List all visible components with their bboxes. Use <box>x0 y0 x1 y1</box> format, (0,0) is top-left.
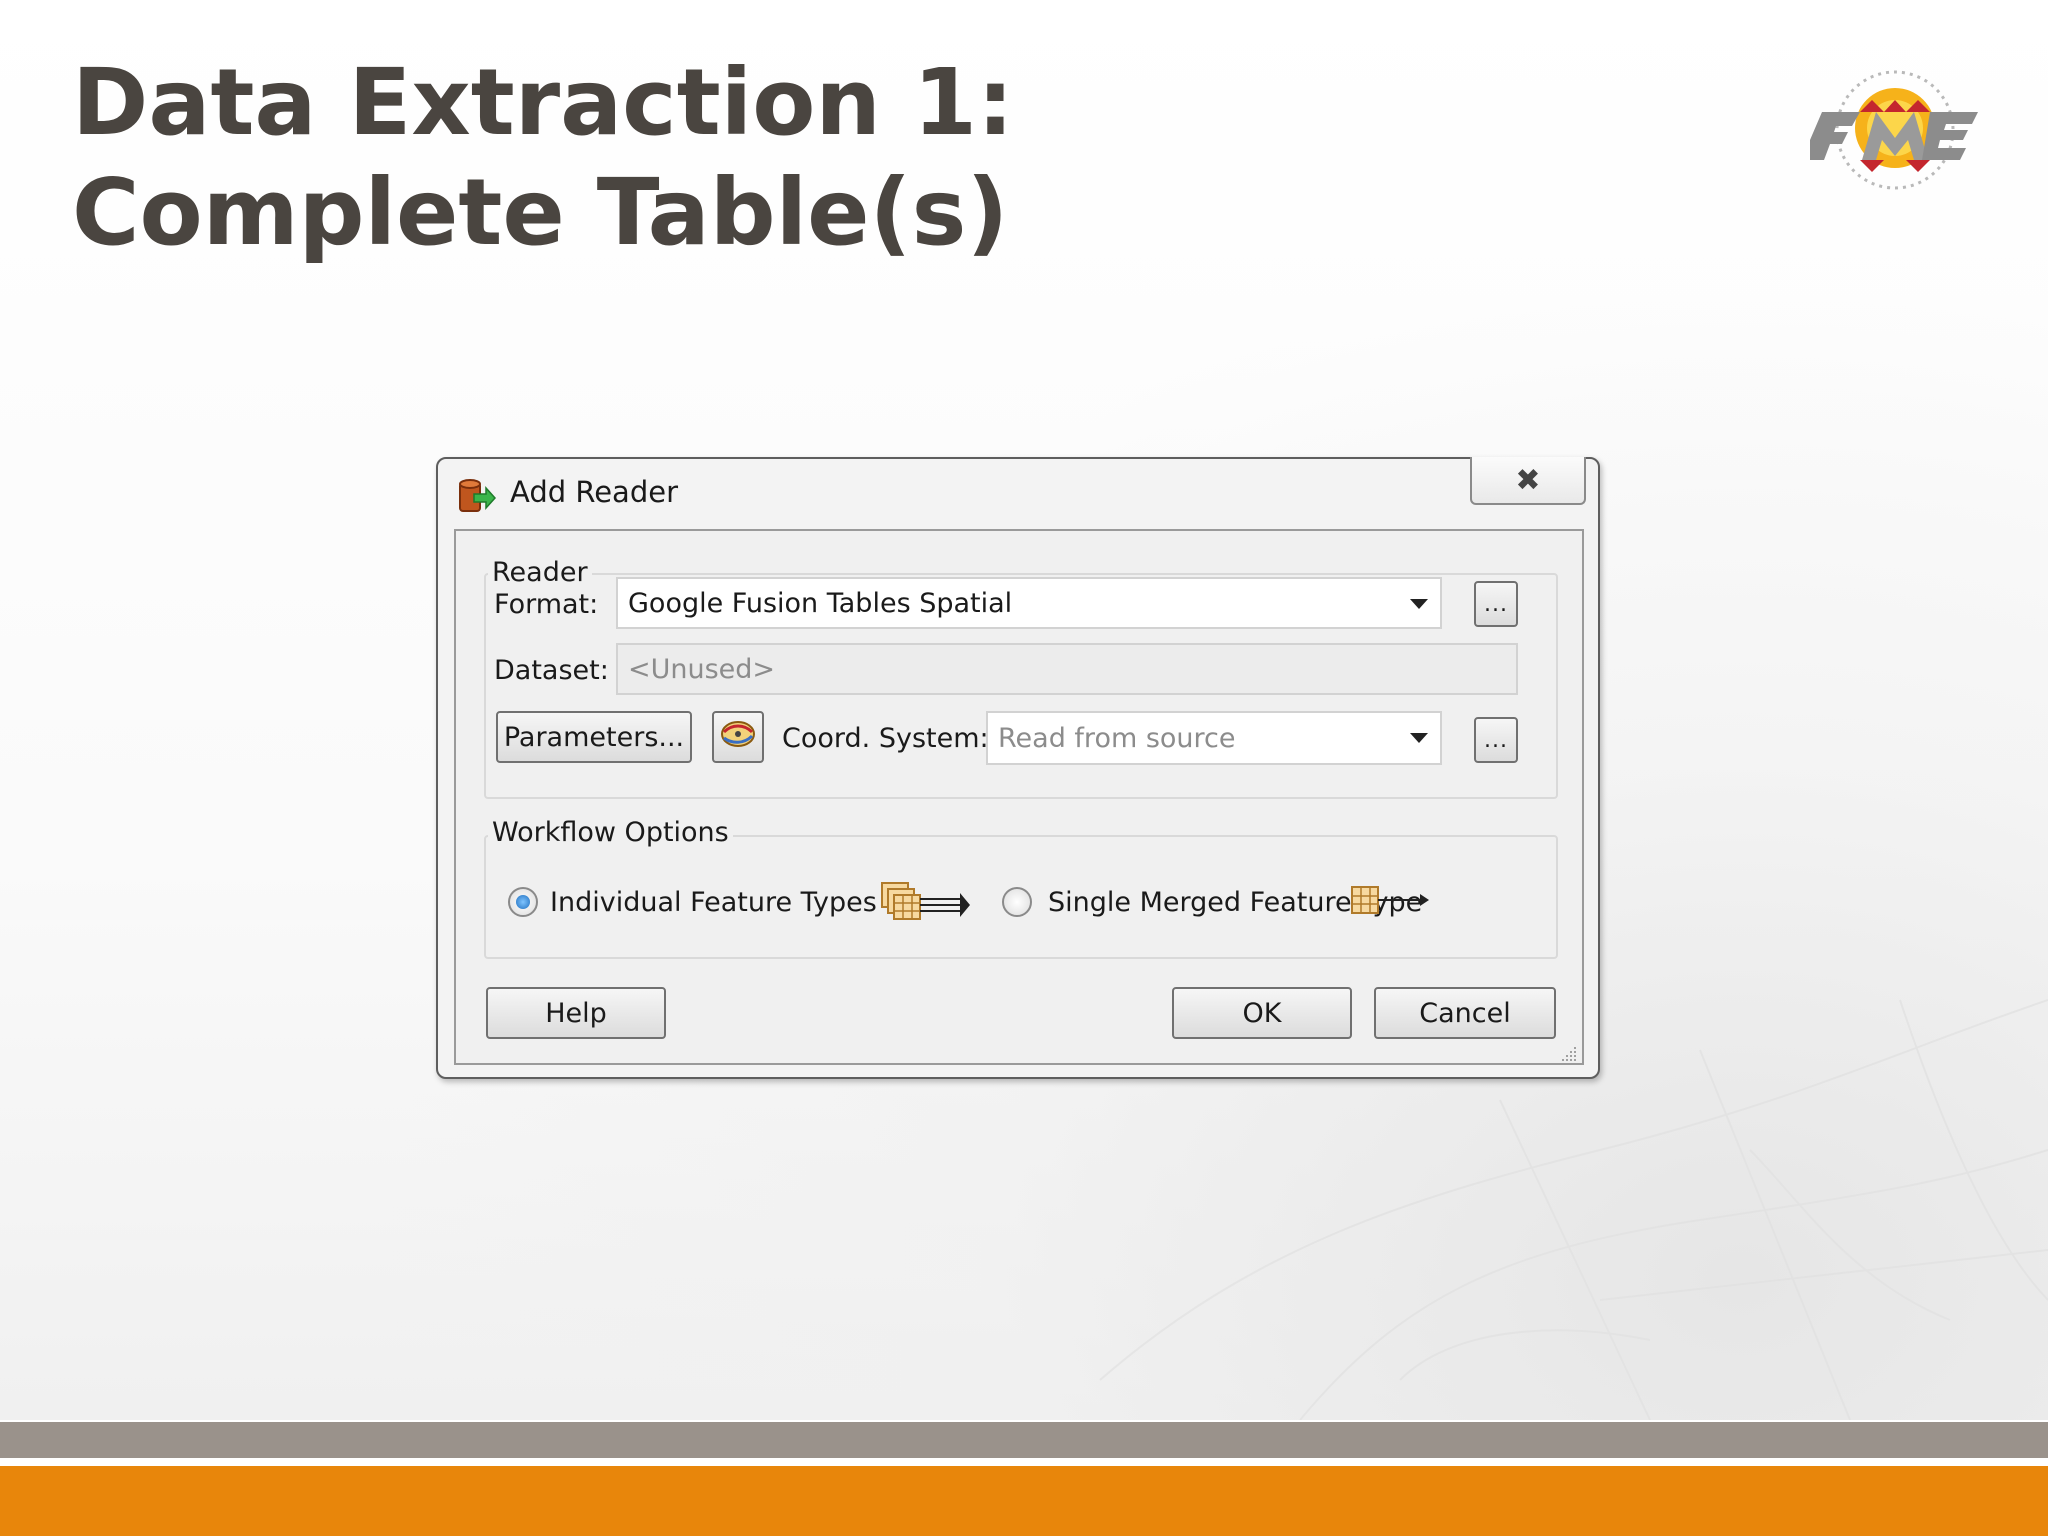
single-merged-feature-type-radio[interactable] <box>1002 887 1032 917</box>
format-label: Format: <box>494 589 599 620</box>
add-reader-dialog: Add Reader ✖ Reader Format: Google Fusio… <box>436 457 1600 1079</box>
dataset-value: <Unused> <box>628 653 776 685</box>
format-value: Google Fusion Tables Spatial <box>628 587 1013 619</box>
cancel-button[interactable]: Cancel <box>1374 987 1556 1039</box>
coord-system-label: Coord. System: <box>782 723 989 754</box>
multiple-tables-icon <box>880 881 972 925</box>
slide-title: Data Extraction 1: Complete Table(s) <box>72 48 1014 268</box>
coord-system-dropdown[interactable]: Read from source <box>986 711 1442 765</box>
chevron-down-icon <box>1410 733 1428 743</box>
fme-logo <box>1800 60 1990 190</box>
individual-feature-types-radio[interactable] <box>508 887 538 917</box>
dataset-field[interactable]: <Unused> <box>616 643 1518 695</box>
coord-system-value: Read from source <box>998 722 1236 754</box>
reader-group-label: Reader <box>488 557 592 588</box>
footer-orange-bar <box>0 1466 2048 1536</box>
dialog-title: Add Reader <box>510 475 678 509</box>
footer-divider <box>0 1458 2048 1466</box>
close-button[interactable]: ✖ <box>1470 457 1586 505</box>
coord-system-browse-button[interactable]: ... <box>1474 717 1518 763</box>
slide-title-line-2: Complete Table(s) <box>72 159 1009 266</box>
help-button[interactable]: Help <box>486 987 666 1039</box>
workflow-options-label: Workflow Options <box>488 817 733 848</box>
coordinate-system-button[interactable] <box>712 711 764 763</box>
format-dropdown[interactable]: Google Fusion Tables Spatial <box>616 577 1442 629</box>
close-icon: ✖ <box>1515 462 1541 498</box>
format-browse-button[interactable]: ... <box>1474 581 1518 627</box>
coordinate-system-icon <box>718 716 758 759</box>
parameters-button[interactable]: Parameters... <box>496 711 692 763</box>
add-reader-icon <box>456 477 497 517</box>
dataset-label: Dataset: <box>494 655 609 686</box>
slide-title-line-1: Data Extraction 1: <box>72 49 1014 156</box>
resize-grip-icon[interactable] <box>1558 1039 1578 1061</box>
dialog-body: Reader Format: Google Fusion Tables Spat… <box>454 529 1584 1065</box>
chevron-down-icon <box>1410 599 1428 609</box>
individual-feature-types-label[interactable]: Individual Feature Types <box>550 887 877 918</box>
ok-button[interactable]: OK <box>1172 987 1352 1039</box>
footer-gray-bar <box>0 1422 2048 1458</box>
single-table-icon <box>1350 883 1430 919</box>
